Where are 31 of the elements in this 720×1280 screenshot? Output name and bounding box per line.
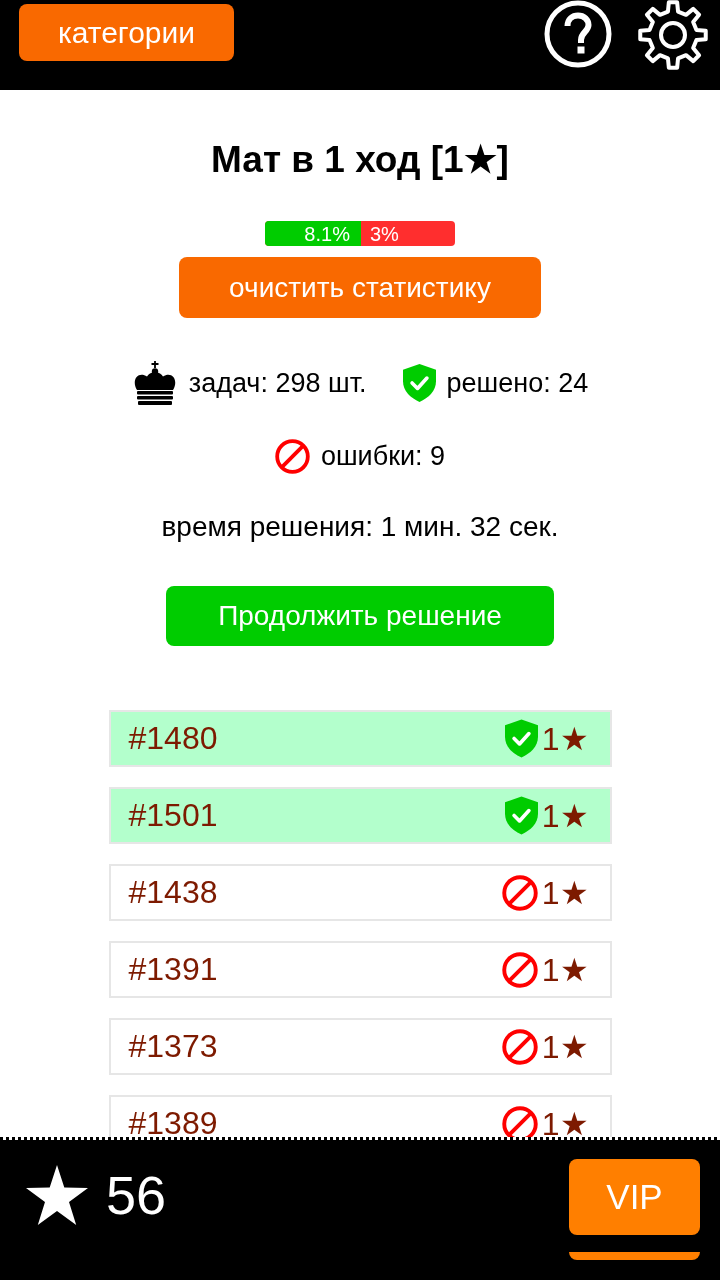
puzzle-set-title: Мат в 1 ход [1★] xyxy=(211,138,509,182)
puzzle-number: #1373 xyxy=(128,1028,218,1065)
puzzle-row[interactable]: #1389 1★ xyxy=(108,1095,612,1137)
stat-text: решено: 24 xyxy=(446,367,589,399)
stat-text: задач: 298 шт. xyxy=(188,367,367,399)
help-icon[interactable] xyxy=(544,0,612,68)
puzzle-row[interactable]: #1438 1★ xyxy=(108,864,612,921)
prohibited-icon xyxy=(274,438,310,474)
puzzle-number: #1389 xyxy=(128,1105,218,1137)
difficulty-rating: 1★ xyxy=(541,719,589,758)
solved-percent: 8.1% xyxy=(304,222,350,245)
star-count: 56 xyxy=(106,1165,167,1225)
puzzle-number: #1391 xyxy=(128,951,218,988)
difficulty-rating: 1★ xyxy=(541,873,589,912)
puzzle-row[interactable]: #1480 1★ xyxy=(108,710,612,767)
solve-time-text: время решения: 1 мин. 32 сек. xyxy=(161,510,559,544)
difficulty-rating: 1★ xyxy=(541,1104,589,1137)
stat-text: ошибки: 9 xyxy=(320,440,446,472)
errors-percent: 3% xyxy=(369,222,399,245)
puzzle-row[interactable]: #1373 1★ xyxy=(108,1018,612,1075)
settings-icon[interactable] xyxy=(636,0,710,70)
puzzle-number: #1480 xyxy=(128,720,218,757)
difficulty-rating: 1★ xyxy=(541,950,589,989)
difficulty-rating: 1★ xyxy=(541,1027,589,1066)
puzzle-number: #1501 xyxy=(128,797,218,834)
difficulty-rating: 1★ xyxy=(541,796,589,835)
puzzle-row[interactable]: #1391 1★ xyxy=(108,941,612,998)
puzzle-number: #1438 xyxy=(128,874,218,911)
shield-check-icon xyxy=(402,364,436,402)
puzzle-row[interactable]: #1501 1★ xyxy=(108,787,612,844)
star-icon xyxy=(26,1165,88,1225)
